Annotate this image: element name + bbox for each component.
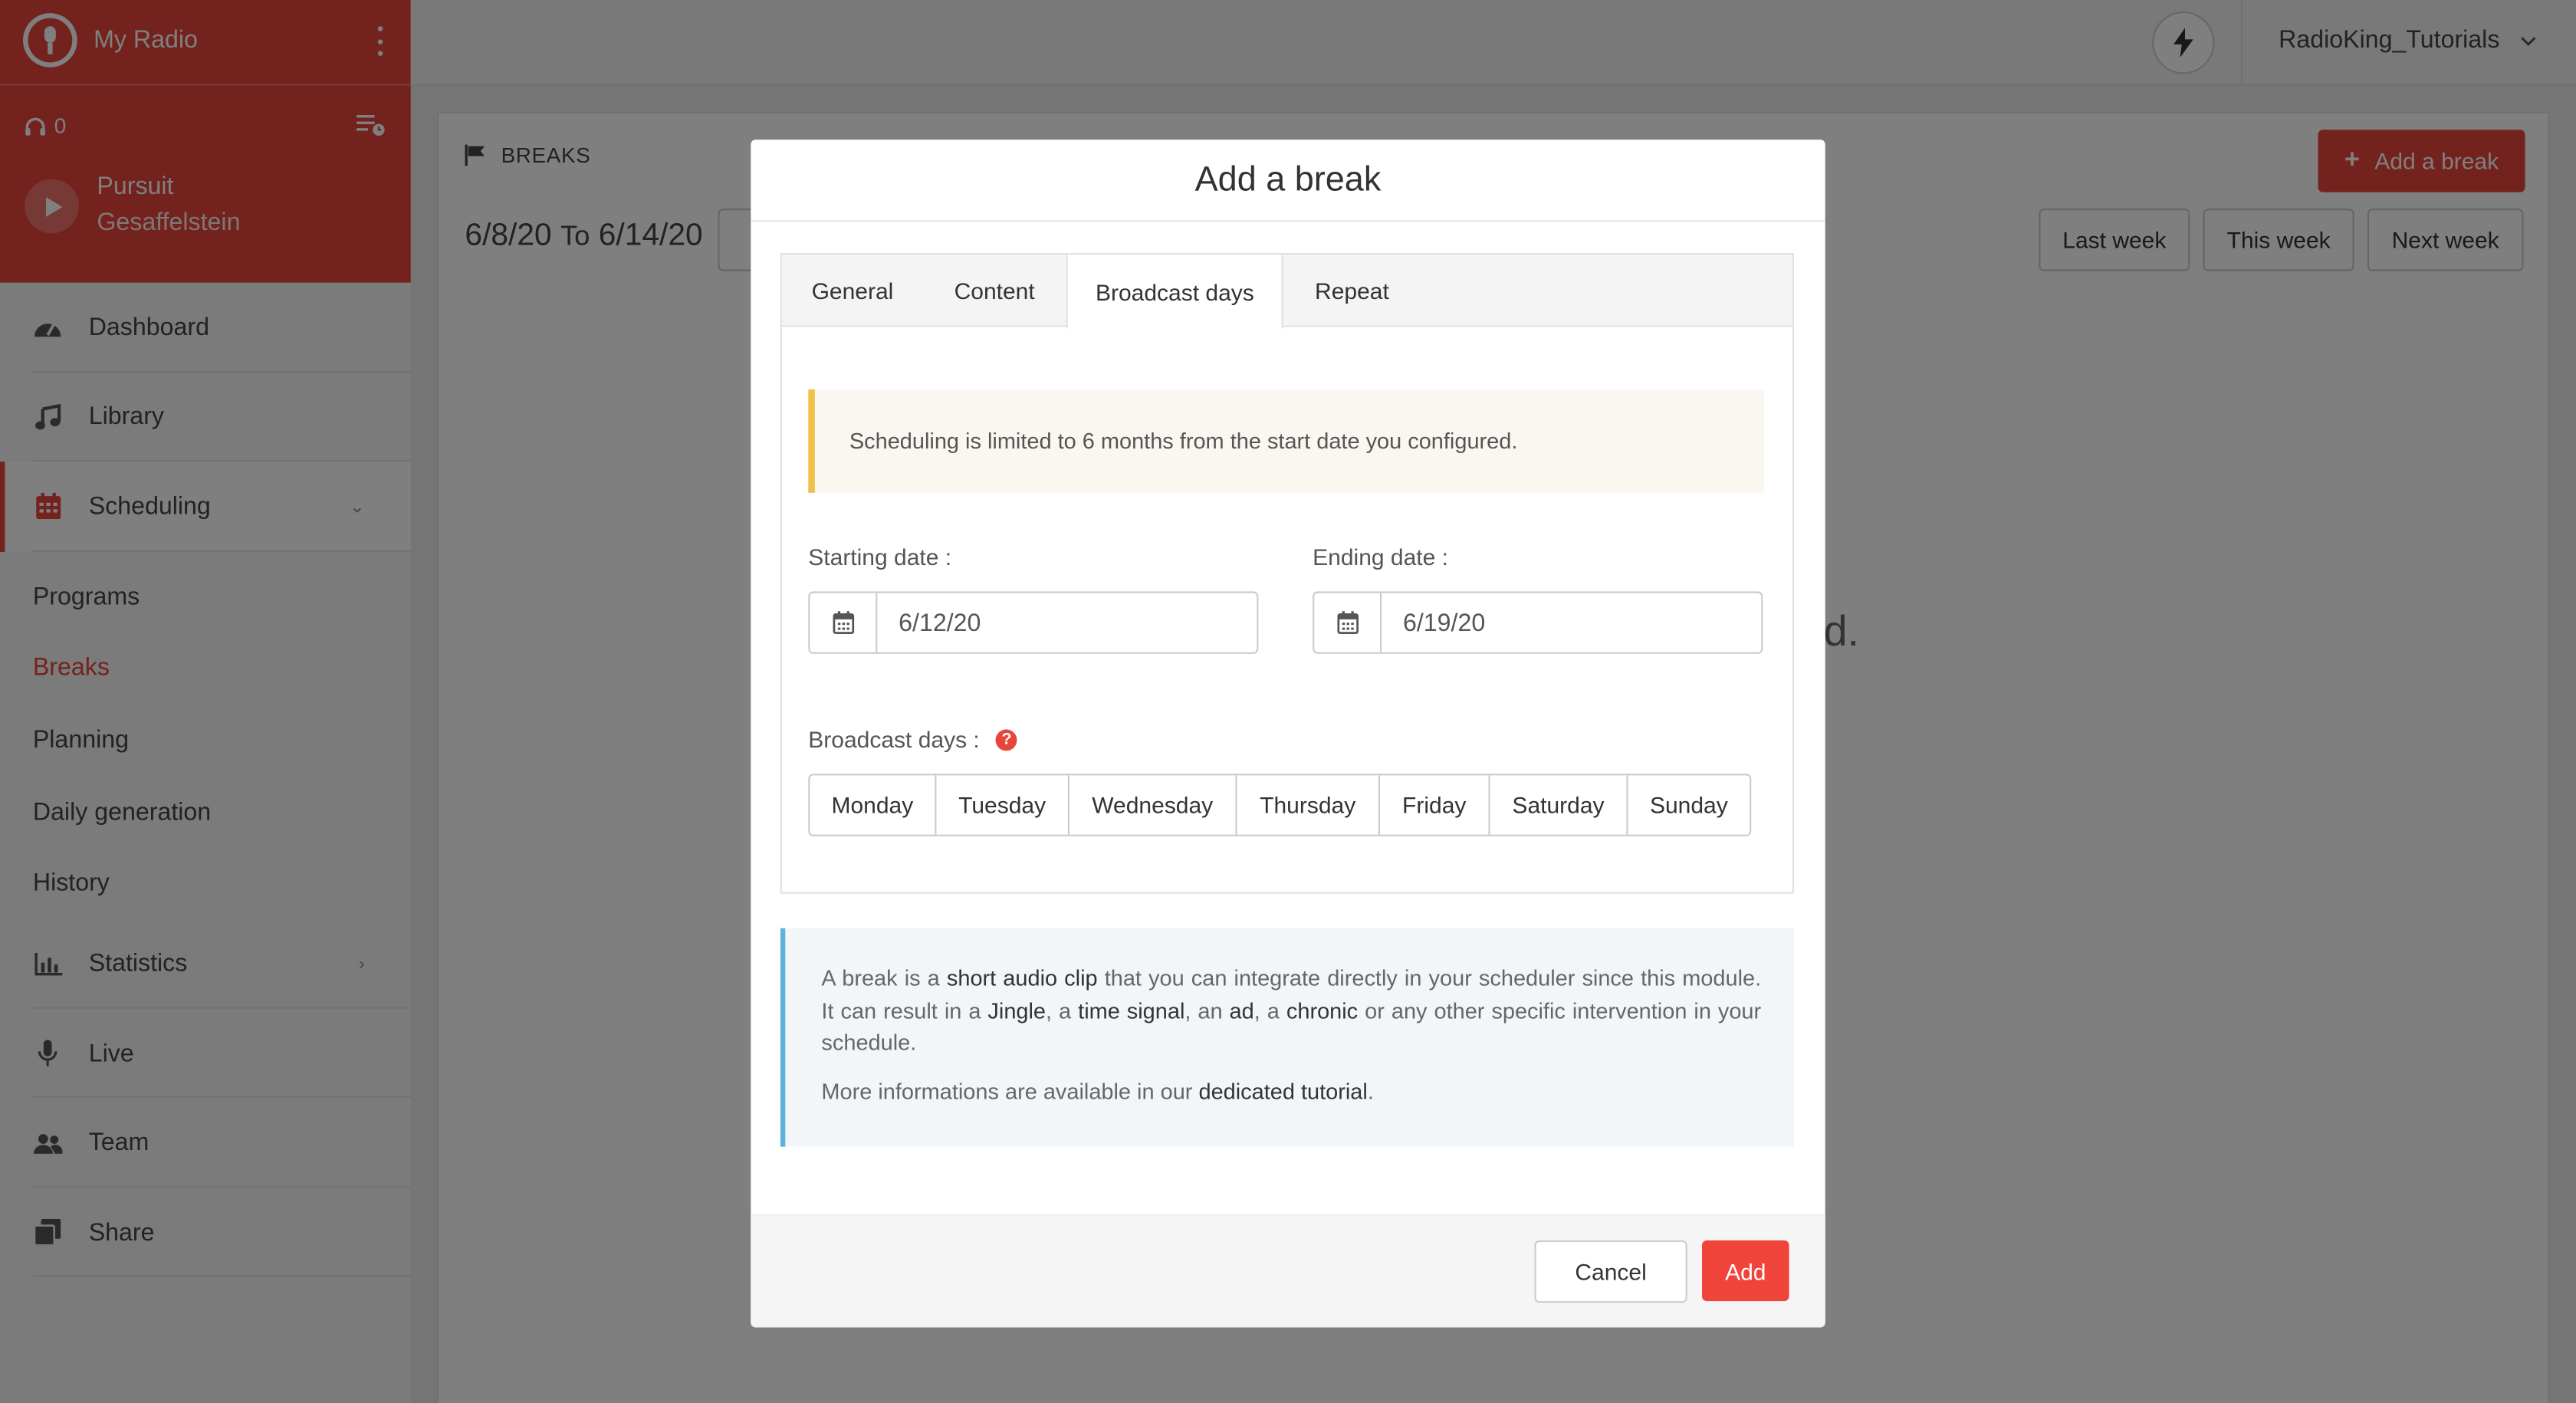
ending-date-field[interactable]	[1313, 591, 1763, 654]
modal-title: Add a break	[751, 140, 1825, 222]
scheduling-limit-alert: Scheduling is limited to 6 months from t…	[808, 389, 1765, 493]
add-break-modal: Add a break General Content Broadcast da…	[751, 140, 1825, 1328]
tab-repeat[interactable]: Repeat	[1283, 255, 1420, 327]
day-thursday[interactable]: Thursday	[1237, 775, 1381, 835]
broadcast-days-selector: Monday Tuesday Wednesday Thursday Friday…	[808, 774, 1752, 836]
tab-broadcast-days[interactable]: Broadcast days	[1066, 255, 1284, 329]
day-saturday[interactable]: Saturday	[1490, 775, 1628, 835]
starting-date-input[interactable]	[877, 593, 1257, 652]
tab-bar: General Content Broadcast days Repeat	[782, 255, 1792, 329]
info-more-paragraph: More informations are available in our d…	[821, 1079, 1374, 1105]
tab-panel: General Content Broadcast days Repeat Sc…	[780, 253, 1795, 894]
modal-footer: Cancel Add	[751, 1214, 1825, 1328]
day-tuesday[interactable]: Tuesday	[936, 775, 1070, 835]
help-icon[interactable]: ?	[996, 728, 1018, 751]
calendar-icon[interactable]	[810, 593, 878, 652]
ending-date-label: Ending date :	[1313, 544, 1448, 570]
starting-date-field[interactable]	[808, 591, 1259, 654]
broadcast-days-label: Broadcast days : ?	[808, 726, 1018, 752]
info-paragraph: A break is a short audio clip that you c…	[821, 966, 1762, 1056]
day-monday[interactable]: Monday	[810, 775, 937, 835]
calendar-icon[interactable]	[1314, 593, 1382, 652]
cancel-button[interactable]: Cancel	[1534, 1240, 1687, 1303]
day-friday[interactable]: Friday	[1380, 775, 1490, 835]
day-sunday[interactable]: Sunday	[1628, 775, 1750, 834]
day-wednesday[interactable]: Wednesday	[1070, 775, 1237, 835]
ending-date-input[interactable]	[1382, 593, 1762, 652]
break-info-box: A break is a short audio clip that you c…	[780, 928, 1795, 1147]
add-button[interactable]: Add	[1702, 1240, 1789, 1302]
tab-general[interactable]: General	[782, 255, 923, 327]
dedicated-tutorial-link[interactable]: dedicated tutorial	[1198, 1079, 1367, 1104]
starting-date-label: Starting date :	[808, 544, 952, 570]
tab-content[interactable]: Content	[923, 255, 1066, 327]
